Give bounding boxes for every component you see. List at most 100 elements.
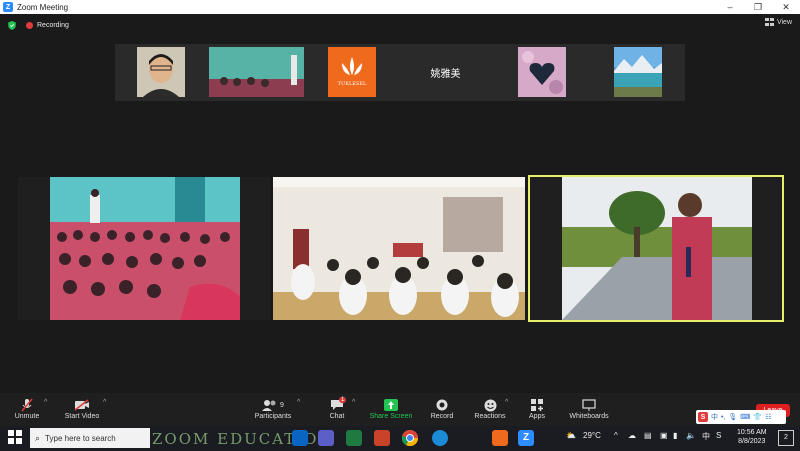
participants-button[interactable]: 9 Participants <box>252 397 294 420</box>
lotus-logo-icon <box>328 47 376 97</box>
show-hidden-icons-caret[interactable]: ^ <box>614 431 618 440</box>
weather-icon[interactable]: ⛅ <box>566 431 576 440</box>
zoom-education-watermark: ZOOM EDUCATION <box>152 429 334 448</box>
participant-thumbnail[interactable] <box>518 47 566 97</box>
notification-center-icon[interactable]: 2 <box>778 430 794 446</box>
notification-count: 2 <box>784 434 788 441</box>
windows-logo-icon <box>8 430 22 444</box>
reactions-options-caret[interactable]: ^ <box>505 399 508 406</box>
ime-skin-icon[interactable]: 👕 <box>753 413 762 421</box>
video-tile[interactable] <box>18 177 270 320</box>
excel-icon[interactable] <box>346 430 362 446</box>
microphone-muted-icon <box>21 398 33 412</box>
zoom-logo-icon: Z <box>3 2 13 12</box>
window-title: Zoom Meeting <box>17 2 69 12</box>
windows-start-icon[interactable] <box>8 430 22 449</box>
record-button[interactable]: Record <box>428 397 456 420</box>
apps-button[interactable]: Apps <box>526 397 548 420</box>
chrome-logo-icon <box>401 430 419 447</box>
participants-label: Participants <box>254 413 292 420</box>
classroom-photo <box>209 47 304 97</box>
participants-icon <box>262 400 276 411</box>
participants-count: 9 <box>280 401 284 409</box>
chat-unread-badge: 1 <box>339 397 347 403</box>
apps-label: Apps <box>529 413 545 420</box>
start-video-button[interactable]: Start Video <box>62 397 102 420</box>
sogou-tray-icon[interactable]: S <box>716 431 721 440</box>
close-button[interactable]: ✕ <box>772 2 800 13</box>
video-tile[interactable] <box>273 177 525 320</box>
participant-photo <box>137 47 185 97</box>
start-video-label: Start Video <box>64 413 100 420</box>
unmute-button[interactable]: Unmute <box>12 397 42 420</box>
participants-options-caret[interactable]: ^ <box>297 399 300 406</box>
recording-label[interactable]: Recording <box>37 22 69 29</box>
participant-thumbnail[interactable] <box>614 47 662 97</box>
smiley-icon <box>484 399 496 411</box>
heart-photo <box>518 47 566 97</box>
input-language-label[interactable]: 中 <box>702 431 710 442</box>
chat-options-caret[interactable]: ^ <box>352 399 355 406</box>
classroom-video <box>50 177 240 320</box>
participant-thumbnail[interactable] <box>137 47 185 97</box>
participant-thumbnail[interactable]: 姚雅美 <box>398 47 493 97</box>
ime-toolbar[interactable]: S 中 •, 🎙 ⌨ 👕 ☷ <box>696 410 786 424</box>
chat-label: Chat <box>329 413 345 420</box>
view-button[interactable]: View <box>764 18 792 26</box>
teams-icon[interactable] <box>318 430 334 446</box>
meeting-status-bar: Recording <box>0 14 800 36</box>
zoom-taskbar-icon[interactable]: Z <box>518 430 534 446</box>
whiteboards-label: Whiteboards <box>569 413 609 420</box>
edge-icon[interactable] <box>432 430 448 446</box>
minimize-button[interactable]: – <box>716 2 744 13</box>
participant-thumbnail-strip: TUKLESEL 姚雅美 <box>115 44 685 101</box>
ime-voice-icon[interactable]: 🎙 <box>728 413 737 421</box>
apps-grid-icon <box>531 399 543 411</box>
whiteboard-icon <box>582 399 596 411</box>
network-icon[interactable]: ▤ <box>644 431 652 440</box>
ime-punctuation-icon[interactable]: •, <box>721 414 725 421</box>
record-label: Record <box>430 413 454 420</box>
classroom-video <box>273 177 525 320</box>
microphone-icon[interactable]: ▮ <box>673 431 677 440</box>
view-label: View <box>776 18 792 26</box>
logo-text: TUKLESEL <box>337 81 367 87</box>
lake-photo <box>614 47 662 97</box>
ime-mode-label[interactable]: 中 <box>711 412 718 422</box>
share-screen-label: Share Screen <box>369 413 413 420</box>
window-title-bar: Z Zoom Meeting – ❐ ✕ <box>0 0 800 14</box>
reactions-label: Reactions <box>474 413 506 420</box>
active-speaker-tile[interactable] <box>528 175 784 322</box>
taskbar-search-box[interactable]: ⌕ Type here to search <box>30 428 150 448</box>
unmute-label: Unmute <box>14 413 40 420</box>
outdoor-video <box>562 177 752 320</box>
ime-menu-icon[interactable]: ☷ <box>765 413 771 421</box>
taskbar-app-icon[interactable] <box>492 430 508 446</box>
chrome-icon[interactable] <box>401 430 419 447</box>
powerpoint-icon[interactable] <box>374 430 390 446</box>
whiteboards-button[interactable]: Whiteboards <box>568 397 610 420</box>
audio-options-caret[interactable]: ^ <box>44 399 47 406</box>
participant-thumbnail[interactable] <box>209 47 304 97</box>
maximize-button[interactable]: ❐ <box>744 2 772 13</box>
volume-icon[interactable]: 🔈 <box>686 431 696 440</box>
reactions-button[interactable]: Reactions <box>472 397 508 420</box>
meeting-toolbar: Unmute ^ Start Video ^ 9 Participants ^ … <box>0 393 800 426</box>
clock-time: 10:56 AM <box>737 429 767 436</box>
ime-keyboard-icon[interactable]: ⌨ <box>740 413 750 421</box>
shield-icon[interactable] <box>8 20 16 30</box>
grid-view-icon <box>764 18 774 26</box>
search-placeholder: Type here to search <box>45 433 116 443</box>
recording-dot-icon <box>26 21 33 29</box>
clock-date: 8/8/2023 <box>738 438 766 445</box>
taskbar-clock[interactable]: 10:56 AM 8/8/2023 <box>737 428 767 446</box>
weather-temperature[interactable]: 29°C <box>583 431 601 440</box>
video-options-caret[interactable]: ^ <box>103 399 106 406</box>
chat-button[interactable]: 1 Chat <box>325 397 349 420</box>
outlook-icon[interactable] <box>292 430 308 446</box>
record-icon <box>436 399 448 411</box>
onedrive-icon[interactable]: ☁ <box>628 431 636 440</box>
meet-now-icon[interactable]: ▣ <box>660 431 668 440</box>
share-screen-button[interactable]: Share Screen <box>368 397 414 420</box>
participant-thumbnail[interactable]: TUKLESEL <box>328 47 376 97</box>
